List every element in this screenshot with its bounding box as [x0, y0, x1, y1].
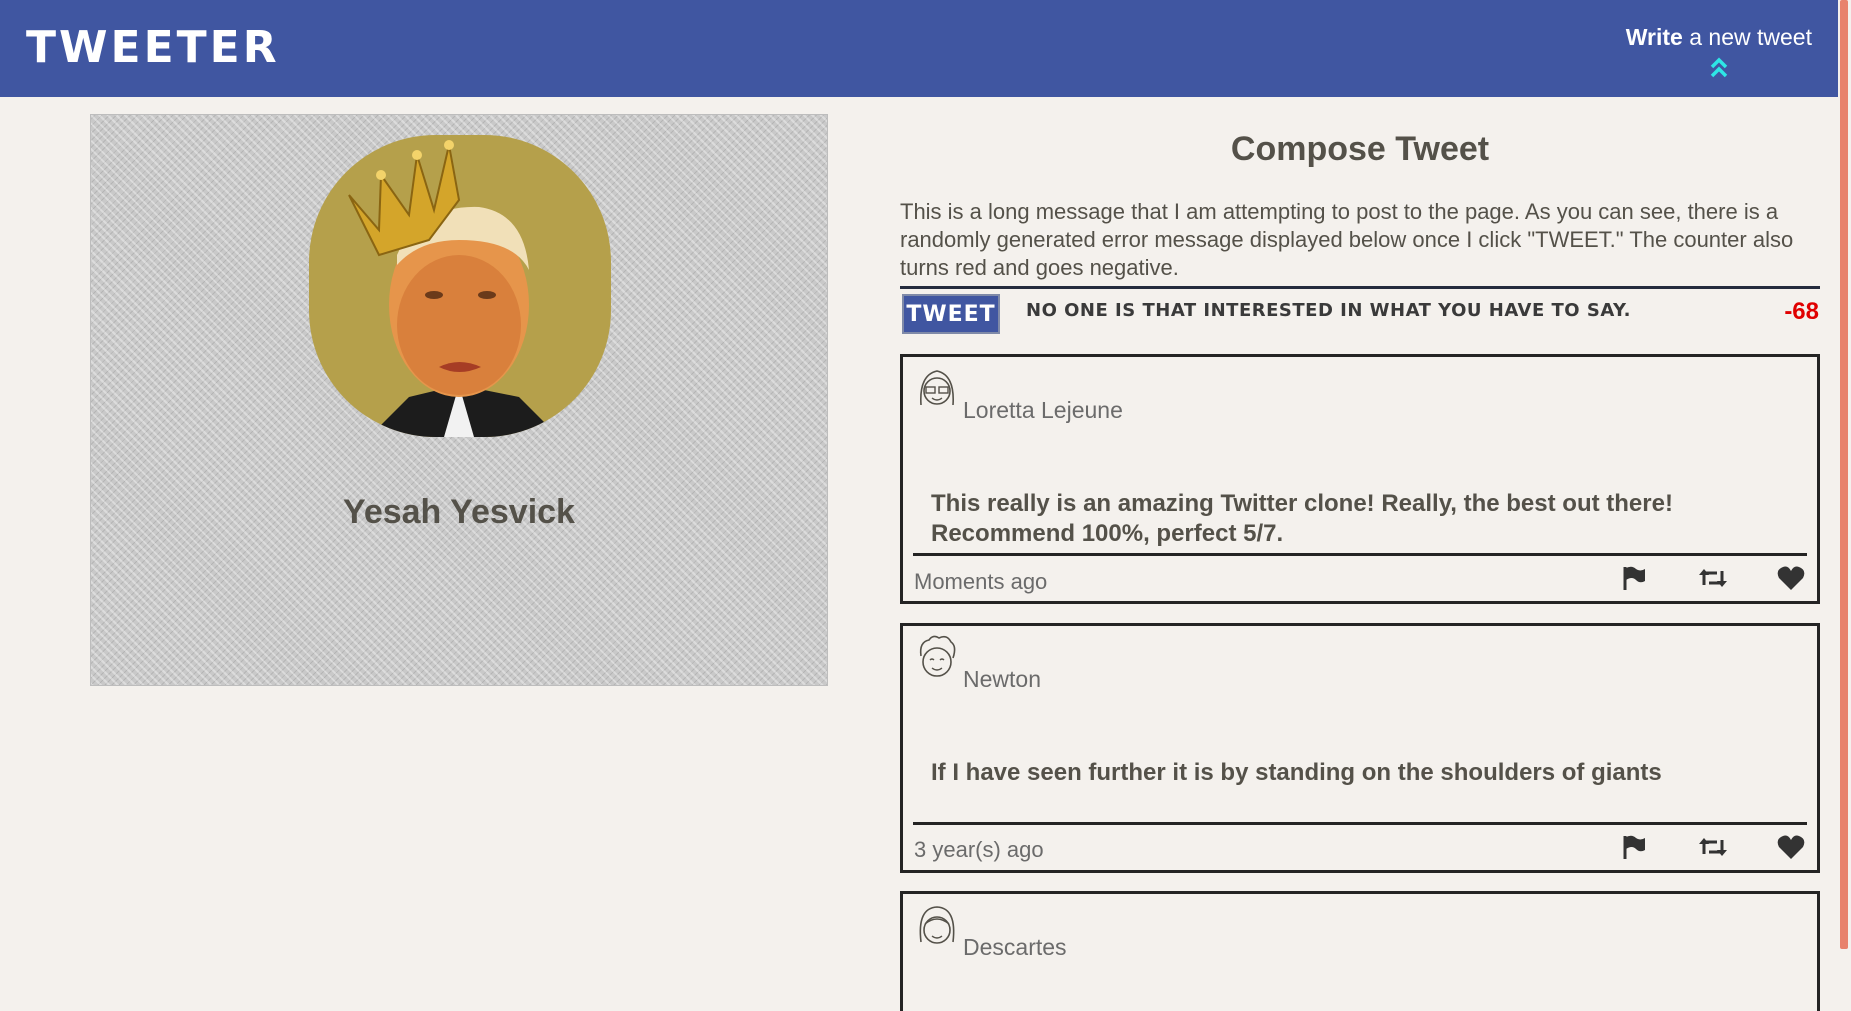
heart-icon[interactable]	[1777, 834, 1805, 860]
tweet-card: Newton If I have seen further it is by s…	[900, 623, 1820, 873]
tweet-textarea[interactable]	[900, 198, 1820, 289]
tweet-timestamp: 3 year(s) ago	[914, 837, 1044, 862]
tweet-body: This really is an amazing Twitter clone!…	[931, 490, 1673, 547]
tweet-divider	[913, 822, 1807, 825]
profile-avatar-image	[348, 140, 559, 437]
tweet-author: Newton	[963, 666, 1041, 692]
heart-icon[interactable]	[1777, 565, 1805, 591]
profile-avatar	[309, 135, 611, 437]
user-avatar-icon	[919, 635, 956, 677]
tweet-card: Loretta Lejeune This really is an amazin…	[900, 354, 1820, 604]
scrollbar-track[interactable]	[1838, 0, 1851, 949]
tweet-card: Descartes	[900, 891, 1820, 1011]
chevron-double-up-icon[interactable]	[1710, 57, 1728, 79]
tweet-body: If I have seen further it is by standing…	[931, 759, 1662, 786]
compose-title: Compose Tweet	[1230, 130, 1490, 168]
tweet-submit-button[interactable]: TWEET	[902, 294, 1000, 334]
character-counter: -68	[1784, 298, 1819, 325]
write-rest-label: a new tweet	[1682, 24, 1812, 50]
profile-username: Yesah Yesvick	[343, 493, 575, 531]
top-nav: TWEETER Write a new tweet	[0, 0, 1838, 97]
flag-icon[interactable]	[1621, 565, 1647, 591]
write-label: Write	[1625, 24, 1683, 50]
write-new-tweet-button[interactable]: Write a new tweet	[1626, 24, 1812, 79]
tweet-divider	[913, 553, 1807, 556]
scrollbar-thumb[interactable]	[1840, 0, 1848, 949]
retweet-icon[interactable]	[1699, 567, 1727, 589]
error-message: NO ONE IS THAT INTERESTED IN WHAT YOU HA…	[1026, 300, 1631, 321]
user-avatar-icon	[920, 370, 954, 406]
retweet-icon[interactable]	[1699, 836, 1727, 858]
tweet-author: Descartes	[963, 934, 1067, 960]
tweet-timestamp: Moments ago	[914, 569, 1048, 594]
flag-icon[interactable]	[1621, 834, 1647, 860]
brand-logo[interactable]: TWEETER	[26, 22, 280, 74]
profile-card: Yesah Yesvick	[90, 114, 828, 686]
user-avatar-icon	[919, 906, 955, 944]
tweet-author: Loretta Lejeune	[963, 397, 1123, 423]
